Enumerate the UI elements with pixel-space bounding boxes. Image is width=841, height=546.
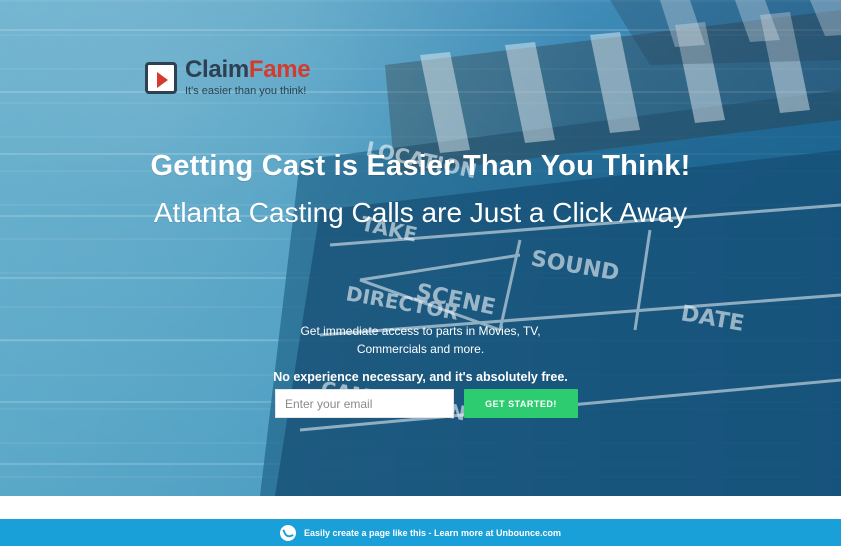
brand-text: ClaimFame It's easier than you think! [185,56,311,97]
brand-name: ClaimFame [185,56,311,83]
get-started-button[interactable]: GET STARTED! [464,389,578,418]
description-strong: No experience necessary, and it's absolu… [273,370,568,384]
hero-copy: Get immediate access to parts in Movies,… [0,322,841,386]
unbounce-footer-text: Easily create a page like this - Learn m… [303,527,562,538]
email-input[interactable] [275,389,454,418]
play-logo-icon [145,61,177,94]
clapperboard-background: LOCATION TAKE SOUND DIRECTOR SCENE DATE … [0,0,841,496]
brand-logo: ClaimFame It's easier than you think! [145,56,311,97]
description-line-2: Commercials and more. [356,342,485,356]
hero-headlines: Getting Cast is Easier Than You Think! A… [0,150,841,229]
hero-subheadline: Atlanta Casting Calls are Just a Click A… [153,197,688,228]
spacer [0,496,841,519]
description-line-1: Get immediate access to parts in Movies,… [300,324,541,338]
brand-tagline: It's easier than you think! [185,85,307,97]
hero-section: LOCATION TAKE SOUND DIRECTOR SCENE DATE … [0,0,841,496]
signup-form: GET STARTED! [275,389,578,418]
brand-name-part-2: Fame [248,56,311,83]
hero-headline: Getting Cast is Easier Than You Think! [150,150,691,182]
unbounce-icon [279,524,296,541]
unbounce-footer[interactable]: Easily create a page like this - Learn m… [0,519,841,546]
brand-name-part-1: Claim [185,56,249,83]
